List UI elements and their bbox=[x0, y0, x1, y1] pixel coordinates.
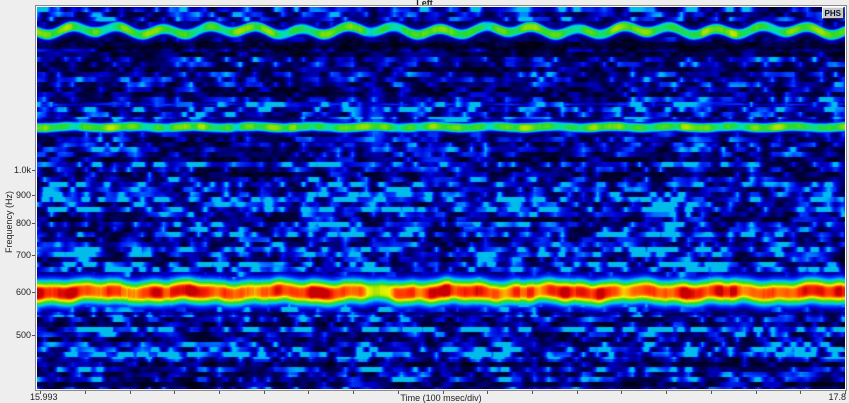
y-tick-mark bbox=[32, 335, 35, 336]
y-tick-mark bbox=[32, 254, 35, 256]
x-end-label: 17.8 bbox=[828, 392, 846, 402]
y-tick-label: 900 bbox=[15, 190, 31, 201]
y-tick-label: 1.0k bbox=[13, 165, 31, 175]
spectrogram-canvas bbox=[37, 7, 845, 389]
y-tick-mark bbox=[32, 170, 35, 171]
y-tick-mark bbox=[32, 291, 35, 293]
y-tick-mark bbox=[32, 195, 35, 197]
y-tick-label: 800 bbox=[15, 218, 31, 229]
y-tick-label: 500 bbox=[15, 330, 31, 340]
x-axis-title: Time (100 msec/div) bbox=[400, 393, 482, 403]
y-tick-label: 700 bbox=[15, 249, 31, 260]
spectrogram-panel: Left PHS Frequency (Hz) 1.0k 900 800 700 600… bbox=[0, 0, 849, 403]
phs-button[interactable]: PHS bbox=[821, 7, 844, 19]
y-tick-mark bbox=[32, 223, 35, 225]
y-tick-label: 600 bbox=[15, 286, 31, 297]
plot-frame: PHS bbox=[35, 5, 847, 391]
